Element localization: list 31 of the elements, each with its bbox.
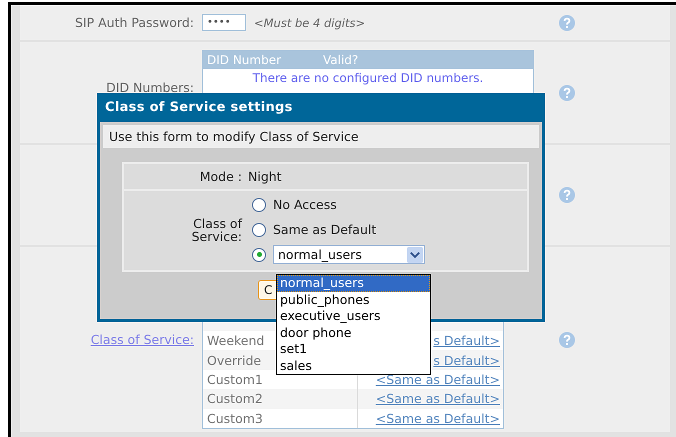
default-link[interactable]: s Default> [433,333,500,348]
table-cell: Custom3 [203,408,358,428]
help-icon[interactable] [559,14,575,30]
dropdown-option[interactable]: normal_users [277,275,430,292]
column-header: Valid? [323,53,358,67]
empty-message: There are no configured DID numbers. [252,71,484,85]
dropdown-option[interactable]: public_phones [277,292,430,308]
help-icon[interactable] [559,332,575,348]
dropdown-option[interactable]: executive_users [277,308,430,324]
class-select[interactable]: normal_users [273,245,425,264]
radio-button[interactable] [252,198,266,212]
dialog-subtitle: Use this form to modify Class of Service [103,125,539,148]
column-header: DID Number [207,53,282,67]
help-icon[interactable] [559,84,575,100]
default-link[interactable]: <Same as Default> [376,410,500,426]
radio-button[interactable] [252,222,266,236]
dialog-title: Class of Service settings [104,99,294,117]
field-label: SIP Auth Password: [74,15,195,30]
help-icon[interactable] [559,187,575,203]
option-label: No Access [273,197,337,212]
mode-value: Night [248,169,282,184]
default-link[interactable]: <Same as Default> [376,372,500,388]
password-field[interactable]: •••• [202,14,246,31]
option-label: Same as Default [273,222,376,237]
chevron-down-icon [407,246,423,262]
field-hint: <Must be 4 digits> [254,16,366,30]
field-label: DID Numbers: [105,79,195,95]
table-cell: Custom2 [203,389,358,409]
mode-label: Mode : [198,169,243,184]
field-label: Class of Service: [190,216,244,242]
radio-button[interactable] [252,248,266,262]
